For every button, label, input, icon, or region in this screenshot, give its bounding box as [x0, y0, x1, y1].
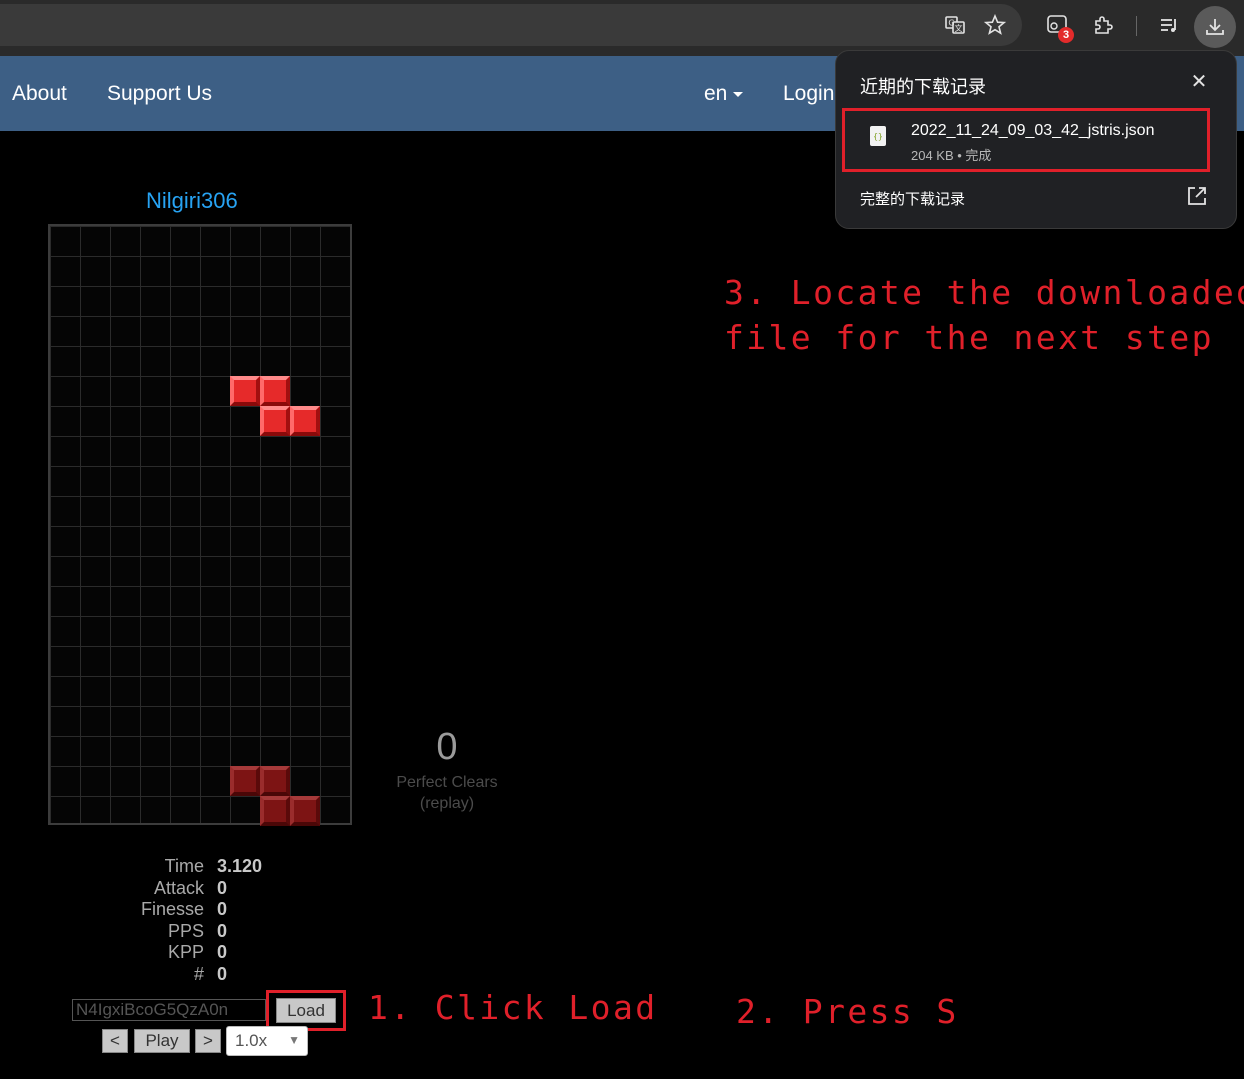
stat-row-pps: PPS 0 [100, 921, 262, 943]
ghost-cell [260, 766, 290, 796]
play-button[interactable]: Play [134, 1029, 190, 1053]
step1-annotation: 1. Click Load [368, 988, 658, 1027]
stat-value: 3.120 [217, 856, 263, 876]
stat-row-time: Time 3.120 [100, 856, 262, 878]
svg-text:文: 文 [955, 23, 963, 33]
step2-annotation: 2. Press S [736, 992, 959, 1031]
ghost-cell [290, 796, 320, 826]
stats-panel: Time 3.120 Attack 0 Finesse 0 PPS 0 KPP 0 #0 [100, 856, 262, 985]
piece-cell [260, 376, 290, 406]
stat-label: KPP [167, 942, 204, 962]
ghost-cell [230, 766, 260, 796]
step3-annotation-line1: 3. Locate the downloaded [724, 273, 1244, 312]
perfect-clears-title: Perfect Clears [396, 774, 498, 791]
stat-row-pieces: #0 [100, 964, 262, 986]
highlight-download [842, 108, 1210, 172]
stat-value: 0 [217, 877, 228, 898]
address-bar[interactable] [0, 4, 1022, 46]
speed-value: 1.0x [235, 1031, 268, 1050]
extension-badge-count: 3 [1058, 27, 1074, 43]
toolbar-divider [1136, 16, 1137, 36]
step3-annotation-line2: file for the next step [724, 318, 1214, 357]
close-icon[interactable]: ✕ [1187, 69, 1211, 93]
star-icon[interactable] [980, 10, 1010, 40]
replay-code-input[interactable]: N4IgxiBcoG5QzA0n [72, 999, 266, 1021]
stat-value: 0 [217, 942, 228, 962]
stat-label: Finesse [140, 899, 204, 919]
piece-cell [230, 376, 260, 406]
stat-value: 0 [217, 963, 228, 984]
player-name[interactable]: Nilgiri306 [146, 188, 238, 214]
stat-label: Attack [153, 877, 204, 898]
stat-row-kpp: KPP 0 [100, 942, 262, 964]
svg-text:G: G [948, 19, 954, 28]
stat-label: # [193, 963, 204, 984]
nav-about[interactable]: About [12, 82, 67, 106]
tetris-board [48, 224, 352, 826]
language-label: en [704, 82, 728, 105]
perfect-clears-label: Perfect Clears (replay) [377, 772, 517, 814]
stat-row-finesse: Finesse 0 [100, 899, 262, 921]
perfect-clears-sub: (replay) [419, 795, 475, 812]
speed-select[interactable]: 1.0x ▼ [226, 1026, 308, 1056]
stat-value: 0 [217, 899, 228, 919]
next-button[interactable]: > [195, 1029, 221, 1053]
translate-icon[interactable]: 文G [940, 10, 970, 40]
stat-label: PPS [167, 920, 204, 941]
prev-button[interactable]: < [102, 1029, 128, 1053]
puzzle-icon[interactable] [1088, 10, 1118, 40]
nav-login[interactable]: Login [783, 82, 834, 106]
chevron-down-icon: ▼ [288, 1033, 300, 1047]
nav-support-us[interactable]: Support Us [107, 82, 212, 106]
language-dropdown[interactable]: en [704, 82, 744, 106]
downloads-title: 近期的下载记录 [860, 77, 986, 98]
stat-label: Time [164, 856, 204, 876]
perfect-clears-count: 0 [436, 726, 458, 768]
piece-cell [290, 406, 320, 436]
piece-cell [260, 406, 290, 436]
full-download-history-link[interactable]: 完整的下载记录 [860, 188, 965, 209]
reading-list-icon[interactable] [1154, 10, 1184, 40]
ghost-cell [260, 796, 290, 826]
browser-toolbar: 文G 3 [0, 0, 1244, 56]
stat-row-attack: Attack 0 [100, 878, 262, 900]
caret-down-icon [733, 91, 744, 97]
highlight-load [266, 990, 346, 1031]
open-external-icon[interactable] [1186, 185, 1210, 209]
stat-value: 0 [217, 920, 228, 941]
downloads-popup: 近期的下载记录 ✕ {} 2022_11_24_09_03_42_jstris.… [835, 50, 1237, 229]
download-icon[interactable] [1194, 6, 1236, 48]
